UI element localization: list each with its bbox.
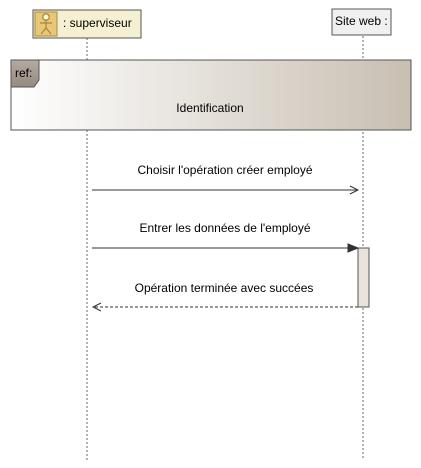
- ref-fragment-name: Identification: [176, 101, 244, 115]
- ref-fragment[interactable]: [10, 59, 412, 131]
- message-label-1: Choisir l'opération créer employé: [137, 163, 313, 177]
- message-arrow-1[interactable]: [92, 185, 360, 195]
- message-arrow-2[interactable]: [92, 243, 360, 253]
- participant-site-web-label: Site web :: [335, 14, 388, 28]
- activation-bar: [357, 247, 370, 308]
- message-arrow-3[interactable]: [91, 302, 358, 312]
- ref-tag-label: ref:: [15, 66, 33, 80]
- message-label-2: Entrer les données de l'employé: [139, 221, 311, 235]
- participant-superviseur-label: : superviseur: [63, 16, 132, 30]
- message-label-3: Opération terminée avec succées: [134, 281, 314, 295]
